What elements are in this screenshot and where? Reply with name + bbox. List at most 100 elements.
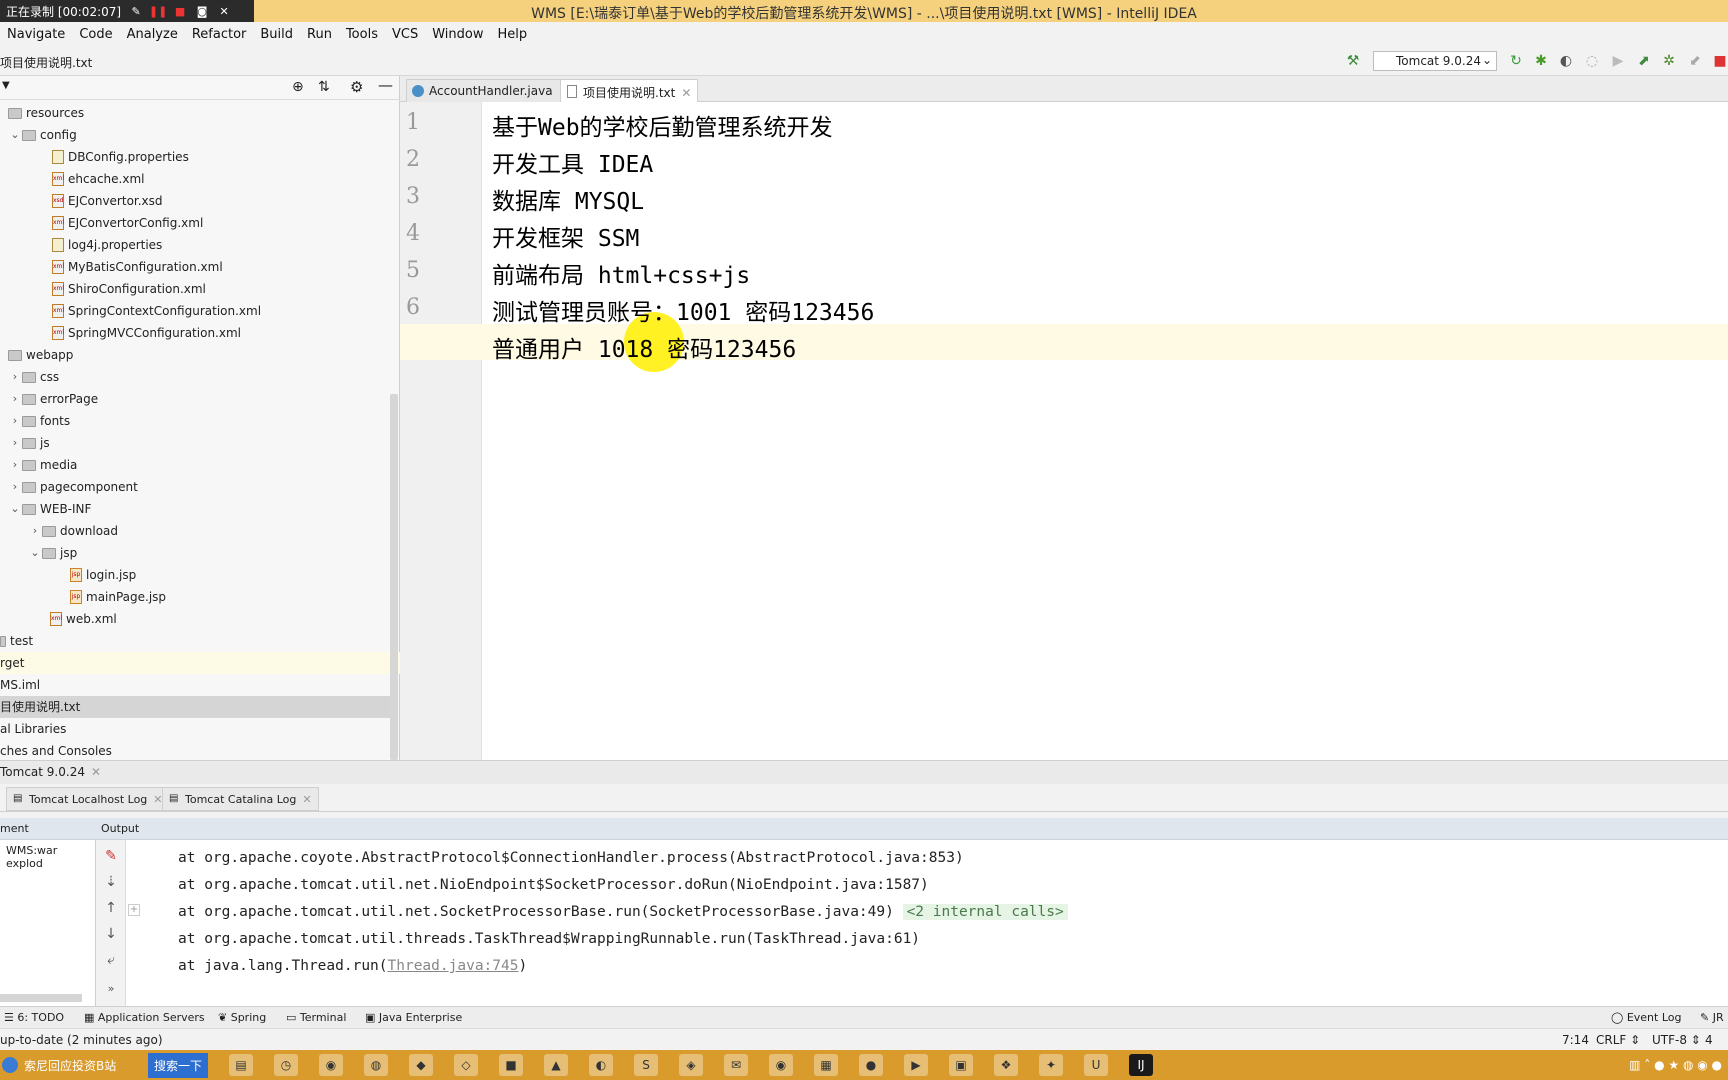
- tray-icons[interactable]: ▥ ˄ ● ★ ◍ ◉ ●: [1629, 1058, 1722, 1072]
- menu-item-build[interactable]: Build: [253, 27, 300, 42]
- tree-node-external-libraries[interactable]: al Libraries: [0, 718, 66, 740]
- app-icon[interactable]: S: [634, 1054, 659, 1076]
- tree-node-springcontext[interactable]: xml SpringContextConfiguration.xml: [52, 300, 261, 322]
- chevron-down-icon[interactable]: ⌄: [28, 542, 42, 564]
- chrome-icon[interactable]: ◉: [769, 1054, 794, 1076]
- tree-node-log4j[interactable]: log4j.properties: [52, 234, 162, 256]
- arrow-down-icon[interactable]: ↓: [102, 926, 120, 944]
- close-icon[interactable]: ✕: [302, 793, 311, 806]
- ie-icon[interactable]: [2, 1057, 18, 1073]
- news-ticker[interactable]: 索尼回应投资B站: [24, 1057, 144, 1074]
- event-log-tool-button[interactable]: ◯ Event Log: [1611, 1011, 1681, 1024]
- collapse-all-icon[interactable]: ⇅: [318, 79, 330, 95]
- spring-tool-button[interactable]: ❦ Spring: [218, 1011, 266, 1024]
- menu-item-analyze[interactable]: Analyze: [120, 27, 185, 42]
- update-app-icon[interactable]: ⬈: [1636, 53, 1652, 69]
- app-icon[interactable]: ▦: [814, 1054, 839, 1076]
- tree-node-target[interactable]: rget: [0, 652, 400, 674]
- code-line[interactable]: 开发工具 IDEA: [492, 145, 653, 179]
- more-icon[interactable]: »: [102, 982, 120, 1000]
- text-editor[interactable]: 基于Web的学校后勤管理系统开发 开发工具 IDEA 数据库 MYSQL 开发框…: [400, 102, 1728, 760]
- tree-node-mainpage-jsp[interactable]: jsp mainPage.jsp: [70, 586, 166, 608]
- app-icon[interactable]: ◇: [454, 1054, 479, 1076]
- tab-accounthandler[interactable]: AccountHandler.java✕: [406, 79, 576, 102]
- menu-item-vcs[interactable]: VCS: [385, 27, 425, 42]
- tree-node-media[interactable]: › media: [8, 454, 78, 476]
- tree-node-errorpage[interactable]: › errorPage: [8, 388, 98, 410]
- attach-icon[interactable]: ⬋: [1687, 53, 1703, 69]
- tree-node-pagecomponent[interactable]: › pagecomponent: [8, 476, 138, 498]
- camera-icon[interactable]: ◙: [195, 5, 209, 18]
- tree-node-webapp[interactable]: webapp: [8, 344, 73, 366]
- caret-position[interactable]: 7:14: [1562, 1033, 1589, 1047]
- tree-node-dbconfig[interactable]: DBConfig.properties: [52, 146, 189, 168]
- stop-icon[interactable]: ■: [1712, 53, 1728, 69]
- tree-node-ehcache[interactable]: xml ehcache.xml: [52, 168, 144, 190]
- tree-node-login-jsp[interactable]: jsp login.jsp: [70, 564, 136, 586]
- tree-node-scratches[interactable]: ches and Consoles: [0, 740, 112, 762]
- chevron-right-icon[interactable]: ›: [8, 410, 22, 432]
- internal-calls-fold[interactable]: <2 internal calls>: [902, 904, 1068, 920]
- project-scrollbar[interactable]: [390, 394, 398, 760]
- line-separator[interactable]: CRLF ⇕: [1596, 1033, 1640, 1047]
- run-configuration-select[interactable]: Tomcat 9.0.24 ⌄: [1373, 51, 1497, 71]
- pen-icon[interactable]: ✎: [129, 5, 143, 18]
- app-icon[interactable]: U: [1084, 1054, 1109, 1076]
- chat-icon[interactable]: ❖: [994, 1054, 1019, 1076]
- tree-node-springmvc[interactable]: xml SpringMVCConfiguration.xml: [52, 322, 241, 344]
- tree-node-test[interactable]: test: [0, 630, 33, 652]
- tree-node-ejconvertor-config[interactable]: xml EJConvertorConfig.xml: [52, 212, 203, 234]
- app-icon[interactable]: ◈: [679, 1054, 704, 1076]
- application-servers-tool-button[interactable]: ▦ Application Servers: [84, 1011, 205, 1024]
- clock-icon[interactable]: ◷: [274, 1054, 299, 1076]
- tab-tomcat-localhost-log[interactable]: ▤ Tomcat Localhost Log ✕: [6, 787, 170, 811]
- run-icon[interactable]: ▶: [1610, 53, 1626, 69]
- player-icon[interactable]: ▶: [904, 1054, 929, 1076]
- tree-node-ejconvertor-xsd[interactable]: xsd EJConvertor.xsd: [52, 190, 163, 212]
- bug-icon[interactable]: ✲: [1661, 53, 1677, 69]
- menu-item-help[interactable]: Help: [490, 27, 534, 42]
- code-line[interactable]: 基于Web的学校后勤管理系统开发: [492, 108, 833, 142]
- menu-item-window[interactable]: Window: [425, 27, 490, 42]
- menu-item-run[interactable]: Run: [300, 27, 339, 42]
- close-icon[interactable]: ✕: [681, 86, 691, 100]
- minimize-icon[interactable]: —: [378, 76, 393, 94]
- chevron-down-icon[interactable]: ▼: [2, 80, 10, 91]
- app-icon[interactable]: ✦: [1039, 1054, 1064, 1076]
- tree-node-fonts[interactable]: › fonts: [8, 410, 70, 432]
- tree-node-web-xml[interactable]: xml web.xml: [50, 608, 117, 630]
- file-explorer-icon[interactable]: ▤: [229, 1054, 254, 1076]
- file-encoding[interactable]: UTF-8 ⇕: [1652, 1033, 1701, 1047]
- sort-icon[interactable]: ⇣: [102, 874, 120, 892]
- clear-icon[interactable]: ✎: [102, 848, 120, 866]
- mail-icon[interactable]: ✉: [724, 1054, 749, 1076]
- source-link[interactable]: Thread.java:745: [388, 958, 519, 974]
- todo-tool-button[interactable]: ☰ 6: TODO: [4, 1011, 64, 1024]
- close-icon[interactable]: ✕: [217, 5, 231, 18]
- code-line[interactable]: 前端布局 html+css+js: [492, 256, 750, 290]
- stop-icon[interactable]: ■: [173, 5, 187, 18]
- java-enterprise-tool-button[interactable]: ▣ Java Enterprise: [365, 1011, 462, 1024]
- menu-item-refactor[interactable]: Refactor: [185, 27, 254, 42]
- app-icon[interactable]: ◐: [589, 1054, 614, 1076]
- tree-node-readme-txt[interactable]: 目使用说明.txt: [0, 696, 390, 718]
- app-icon[interactable]: ▣: [949, 1054, 974, 1076]
- deployment-scrollbar[interactable]: [0, 994, 82, 1002]
- code-line[interactable]: 开发框架 SSM: [492, 219, 639, 253]
- close-icon[interactable]: ✕: [91, 765, 101, 779]
- tree-node-mybatis[interactable]: xml MyBatisConfiguration.xml: [52, 256, 223, 278]
- tree-node-css[interactable]: › css: [8, 366, 59, 388]
- locate-file-icon[interactable]: ⊕: [292, 79, 304, 95]
- code-line[interactable]: 数据库 MYSQL: [492, 182, 644, 216]
- tree-node-shiro[interactable]: xml ShiroConfiguration.xml: [52, 278, 206, 300]
- console-output[interactable]: + at org.apache.coyote.AbstractProtocol$…: [126, 840, 1728, 1006]
- menu-item-tools[interactable]: Tools: [339, 27, 385, 42]
- tree-node-js[interactable]: › js: [8, 432, 50, 454]
- app-icon[interactable]: ▲: [544, 1054, 569, 1076]
- record-icon[interactable]: ●: [859, 1054, 884, 1076]
- tree-node-download[interactable]: › download: [28, 520, 118, 542]
- build-hammer-icon[interactable]: ⚒: [1345, 53, 1361, 69]
- menu-item-navigate[interactable]: Navigate: [0, 27, 72, 42]
- tab-tomcat-catalina-log[interactable]: ▤ Tomcat Catalina Log ✕: [162, 787, 319, 811]
- chevron-right-icon[interactable]: ›: [8, 476, 22, 498]
